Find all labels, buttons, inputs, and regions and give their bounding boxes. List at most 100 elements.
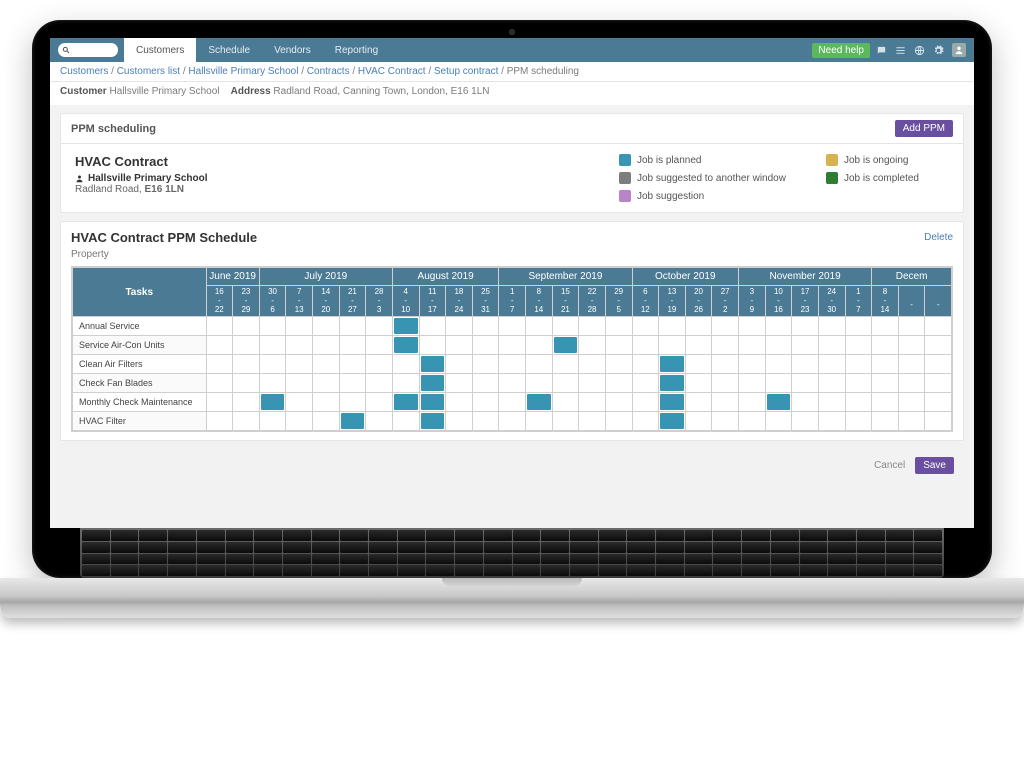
breadcrumb-link[interactable]: Customers [60,66,108,77]
schedule-cell[interactable] [392,374,419,393]
schedule-cell[interactable] [818,374,845,393]
schedule-cell[interactable] [632,412,659,431]
schedule-cell[interactable] [872,412,899,431]
schedule-cell[interactable] [712,393,739,412]
breadcrumb-link[interactable]: Setup contract [434,66,498,77]
schedule-cell[interactable] [792,317,819,336]
globe-icon[interactable] [914,45,925,56]
schedule-cell[interactable] [419,317,446,336]
breadcrumb-link[interactable]: Hallsville Primary School [188,66,298,77]
schedule-cell[interactable] [233,355,260,374]
schedule-cell[interactable] [472,317,499,336]
schedule-cell[interactable] [499,336,526,355]
save-button[interactable]: Save [915,457,954,474]
schedule-cell[interactable] [845,317,872,336]
schedule-cell[interactable] [499,412,526,431]
schedule-cell[interactable] [206,393,233,412]
schedule-cell[interactable] [313,355,340,374]
list-icon[interactable] [895,45,906,56]
schedule-cell[interactable] [526,355,553,374]
schedule-cell[interactable] [765,355,792,374]
schedule-cell[interactable] [552,412,579,431]
schedule-cell[interactable] [366,336,393,355]
schedule-cell[interactable] [313,374,340,393]
schedule-cell[interactable] [499,393,526,412]
gear-icon[interactable] [933,45,944,56]
schedule-cell[interactable] [419,374,446,393]
schedule-cell[interactable] [898,355,925,374]
schedule-cell[interactable] [286,374,313,393]
schedule-cell[interactable] [632,336,659,355]
breadcrumb-link[interactable]: HVAC Contract [358,66,426,77]
schedule-cell[interactable] [792,374,819,393]
nav-tab-schedule[interactable]: Schedule [196,38,262,62]
schedule-cell[interactable] [313,317,340,336]
nav-tab-customers[interactable]: Customers [124,38,196,62]
schedule-cell[interactable] [313,336,340,355]
schedule-cell[interactable] [206,412,233,431]
schedule-cell[interactable] [526,374,553,393]
schedule-cell[interactable] [872,317,899,336]
schedule-cell[interactable] [472,336,499,355]
schedule-cell[interactable] [712,355,739,374]
schedule-cell[interactable] [845,374,872,393]
schedule-cell[interactable] [925,336,952,355]
schedule-cell[interactable] [925,374,952,393]
schedule-cell[interactable] [206,336,233,355]
schedule-cell[interactable] [739,374,766,393]
schedule-cell[interactable] [659,393,686,412]
add-ppm-button[interactable]: Add PPM [895,120,953,137]
schedule-cell[interactable] [925,393,952,412]
schedule-cell[interactable] [446,374,473,393]
schedule-cell[interactable] [552,374,579,393]
schedule-cell[interactable] [286,317,313,336]
schedule-cell[interactable] [818,393,845,412]
schedule-cell[interactable] [366,374,393,393]
schedule-cell[interactable] [818,355,845,374]
schedule-cell[interactable] [579,355,606,374]
schedule-cell[interactable] [818,317,845,336]
schedule-cell[interactable] [499,355,526,374]
schedule-cell[interactable] [818,412,845,431]
schedule-cell[interactable] [392,317,419,336]
schedule-cell[interactable] [206,317,233,336]
schedule-cell[interactable] [898,336,925,355]
schedule-cell[interactable] [552,393,579,412]
breadcrumb-link[interactable]: Contracts [307,66,350,77]
breadcrumb-link[interactable]: Customers list [117,66,180,77]
schedule-cell[interactable] [765,317,792,336]
schedule-cell[interactable] [526,393,553,412]
schedule-cell[interactable] [659,317,686,336]
schedule-cell[interactable] [685,412,712,431]
delete-link[interactable]: Delete [924,232,953,243]
schedule-cell[interactable] [579,317,606,336]
schedule-cell[interactable] [898,412,925,431]
schedule-cell[interactable] [366,355,393,374]
schedule-cell[interactable] [605,374,632,393]
schedule-cell[interactable] [419,336,446,355]
schedule-cell[interactable] [925,412,952,431]
schedule-cell[interactable] [259,355,286,374]
schedule-cell[interactable] [339,374,366,393]
schedule-cell[interactable] [472,393,499,412]
schedule-cell[interactable] [339,393,366,412]
schedule-cell[interactable] [499,374,526,393]
schedule-cell[interactable] [579,393,606,412]
schedule-cell[interactable] [739,412,766,431]
schedule-cell[interactable] [765,412,792,431]
schedule-cell[interactable] [845,393,872,412]
schedule-cell[interactable] [712,336,739,355]
schedule-cell[interactable] [739,336,766,355]
schedule-cell[interactable] [233,336,260,355]
schedule-cell[interactable] [685,355,712,374]
schedule-cell[interactable] [392,336,419,355]
schedule-cell[interactable] [605,336,632,355]
schedule-cell[interactable] [579,412,606,431]
schedule-cell[interactable] [579,336,606,355]
schedule-cell[interactable] [446,317,473,336]
schedule-cell[interactable] [712,374,739,393]
schedule-cell[interactable] [419,393,446,412]
schedule-cell[interactable] [206,374,233,393]
schedule-cell[interactable] [925,355,952,374]
schedule-cell[interactable] [739,393,766,412]
